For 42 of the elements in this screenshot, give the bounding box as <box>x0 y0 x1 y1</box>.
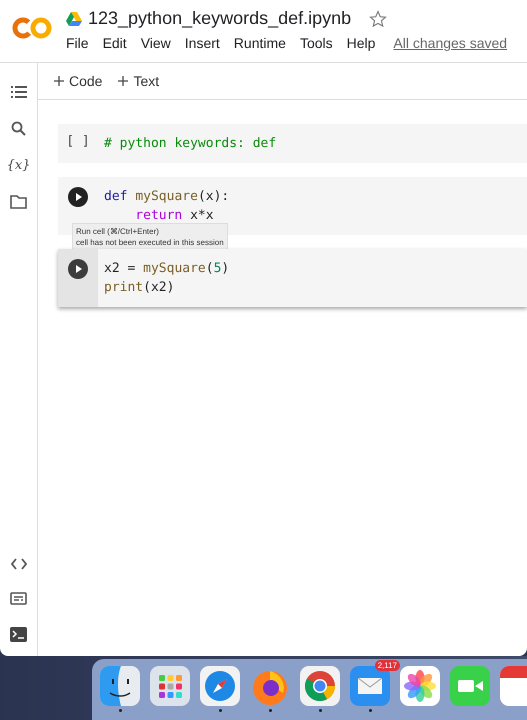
video-camera-icon[interactable] <box>450 666 490 706</box>
add-cell-button[interactable]: Text <box>118 73 160 89</box>
code-line: x2 = mySquare(5) <box>104 260 230 278</box>
menu-item[interactable]: Edit <box>102 33 133 53</box>
run-button-icon[interactable] <box>68 259 88 279</box>
plus-icon <box>118 76 128 86</box>
compass-icon[interactable] <box>200 666 240 706</box>
finder-icon[interactable] <box>100 666 140 706</box>
photos-icon[interactable] <box>400 666 440 706</box>
execution-count: [ ] <box>66 134 90 151</box>
folder-icon[interactable] <box>10 195 27 209</box>
code-line: print(x2) <box>104 279 176 297</box>
add-cell-button[interactable]: Code <box>54 73 102 89</box>
menu-item[interactable]: View <box>140 33 177 53</box>
menu-item[interactable]: Runtime <box>234 33 292 53</box>
code-line: # python keywords: def <box>104 135 276 153</box>
launchpad-icon[interactable] <box>150 666 190 706</box>
notification-badge: 2,117 <box>374 660 400 671</box>
notebook-title[interactable]: 123_python_keywords_def.ipynb <box>88 8 352 29</box>
drive-icon <box>66 12 82 26</box>
colab-logo[interactable] <box>12 16 52 40</box>
terminal-icon[interactable] <box>10 627 27 642</box>
run-button-icon[interactable] <box>68 187 88 207</box>
code-cell[interactable]: x2 = mySquare(5) print(x2) <box>58 249 527 307</box>
code-line: def mySquare(x): <box>104 188 230 206</box>
code-cell[interactable]: [ ] # python keywords: def <box>58 124 527 163</box>
command-palette-icon[interactable] <box>10 592 27 605</box>
tooltip-text: cell has not been executed in this session <box>76 237 224 248</box>
variables-button[interactable]: {x} <box>6 158 30 173</box>
tooltip-text: Run cell (⌘/Ctrl+Enter) <box>76 226 160 237</box>
search-icon[interactable] <box>11 121 26 136</box>
menu-item[interactable]: File <box>66 33 95 53</box>
save-status-link[interactable]: All changes saved <box>393 35 508 51</box>
code-icon[interactable] <box>10 558 26 570</box>
menu-item[interactable]: Help <box>346 33 382 53</box>
code-line: return x*x <box>134 207 215 225</box>
menu-item[interactable]: Insert <box>184 33 226 53</box>
star-icon[interactable] <box>369 10 388 28</box>
menu-item[interactable]: Tools <box>300 33 339 53</box>
plus-icon <box>54 76 64 86</box>
chrome-icon[interactable] <box>300 666 340 706</box>
list-icon[interactable] <box>10 85 26 99</box>
